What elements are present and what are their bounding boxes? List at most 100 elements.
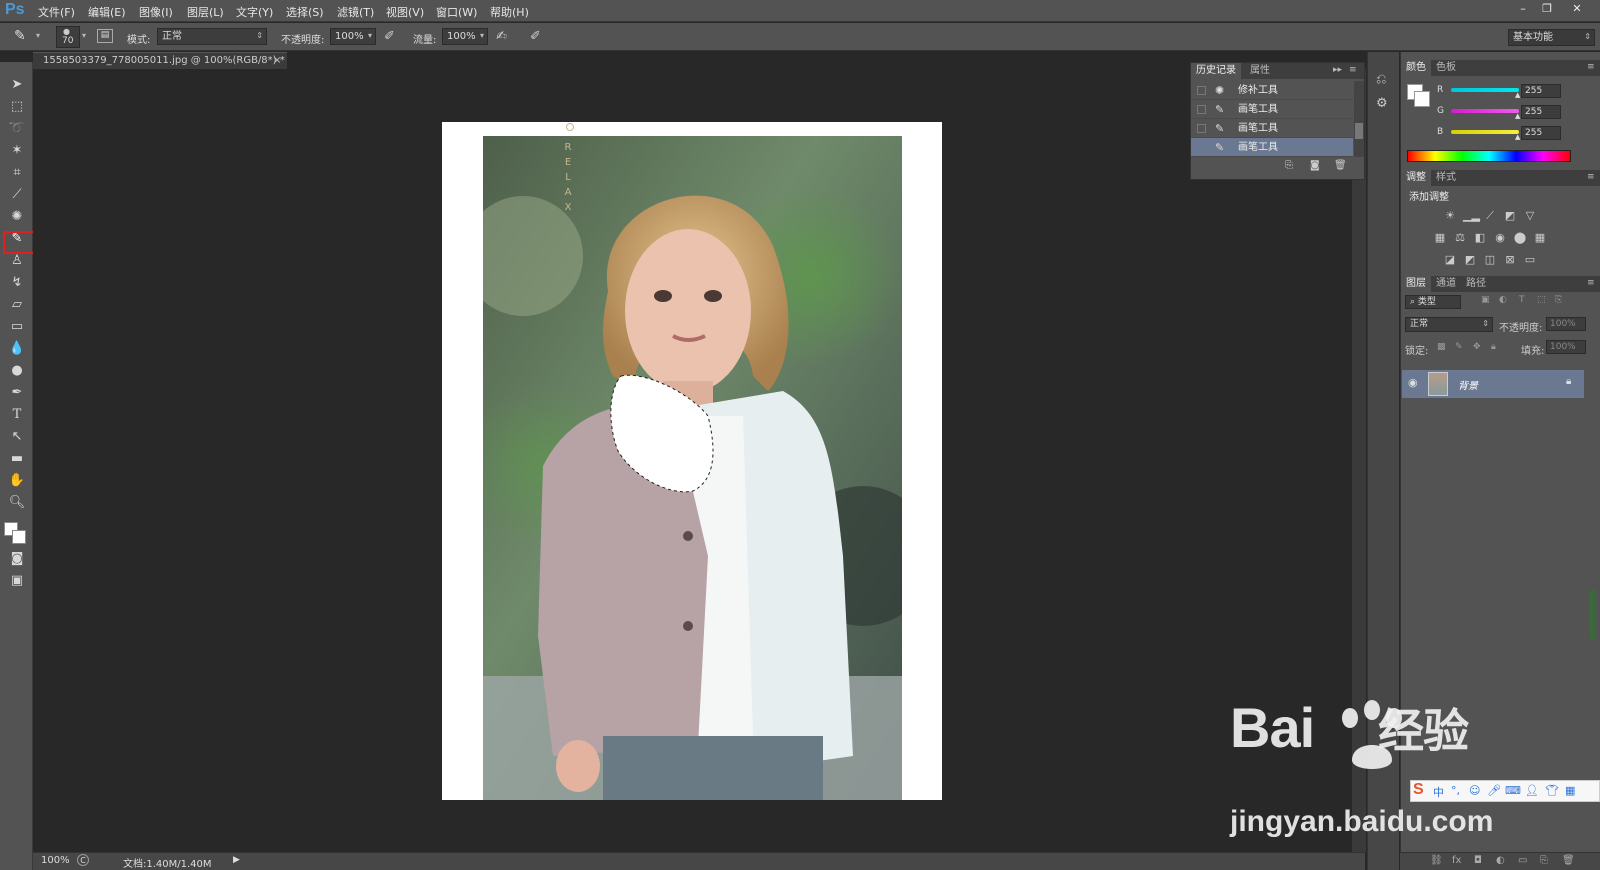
adjustment-filter-icon[interactable]: ◐ [1499, 295, 1507, 305]
fx-icon[interactable]: fx [1452, 855, 1461, 866]
clone-stamp-tool-icon[interactable]: ♙ [7, 252, 27, 270]
invert-icon[interactable]: ◪ [1443, 254, 1457, 266]
exposure-icon[interactable]: ◩ [1503, 210, 1517, 222]
channel-r-value[interactable]: 255 [1521, 84, 1561, 98]
new-layer-icon[interactable]: ⎘ [1540, 855, 1548, 866]
panel-menu-icon[interactable]: ≡ [1587, 278, 1595, 288]
hue-saturation-icon[interactable]: ▦ [1433, 232, 1447, 244]
tab-layers[interactable]: 图层 [1401, 276, 1431, 292]
chevron-down-icon[interactable]: ▾ [36, 31, 40, 40]
brush-tool-preset-icon[interactable]: ✎ [14, 28, 26, 44]
opacity-input[interactable]: 100% ▾ [330, 28, 376, 45]
chevron-down-icon[interactable]: ▾ [82, 31, 86, 40]
zoom-level[interactable]: 100% [41, 855, 70, 866]
selective-color-icon[interactable]: ⊠ [1503, 254, 1517, 266]
lock-transparent-icon[interactable]: ▩ [1437, 342, 1446, 352]
menu-window[interactable]: 窗口(W) [436, 4, 477, 20]
curves-icon[interactable]: ⟋ [1483, 210, 1497, 222]
photo-filter-icon[interactable]: ◉ [1493, 232, 1507, 244]
ime-voice-icon[interactable]: 🎤︎ [1487, 784, 1501, 797]
ime-toolbar[interactable]: S 中 °, ☺ 🎤︎ ⌨ 👤︎ 👕︎ ▦ [1410, 780, 1600, 802]
tab-properties[interactable]: 属性 [1245, 63, 1275, 79]
slider-thumb-icon[interactable]: ▲ [1515, 91, 1520, 99]
channel-mixer-icon[interactable]: ⬤ [1513, 232, 1527, 244]
posterize-icon[interactable]: ◩ [1463, 254, 1477, 266]
document-tab[interactable]: 1558503379_778005011.jpg @ 100%(RGB/8*) … [33, 52, 287, 69]
history-source-checkbox[interactable] [1197, 105, 1206, 114]
black-white-icon[interactable]: ◧ [1473, 232, 1487, 244]
eyedropper-tool-icon[interactable]: ⟋ [7, 186, 27, 204]
channel-r-slider[interactable] [1451, 88, 1519, 92]
slider-thumb-icon[interactable]: ▲ [1515, 112, 1520, 120]
tab-swatches[interactable]: 色板 [1431, 60, 1461, 76]
close-tab-icon[interactable]: × [273, 53, 281, 69]
dodge-tool-icon[interactable]: ● [7, 362, 27, 380]
panel-menu-icon[interactable]: ≡ [1587, 62, 1595, 72]
camera-icon[interactable]: ◙ [1310, 160, 1320, 171]
tab-color[interactable]: 颜色 [1401, 60, 1431, 76]
menu-help[interactable]: 帮助(H) [490, 4, 529, 20]
magic-wand-tool-icon[interactable]: ✶ [7, 142, 27, 160]
rectangle-tool-icon[interactable]: ▬ [7, 450, 27, 468]
channel-g-slider[interactable] [1451, 109, 1519, 113]
color-balance-icon[interactable]: ⚖ [1453, 232, 1467, 244]
menu-layer[interactable]: 图层(L) [187, 4, 224, 20]
layer-name[interactable]: 背景 [1458, 377, 1478, 392]
menu-select[interactable]: 选择(S) [286, 4, 324, 20]
move-tool-icon[interactable]: ➤ [7, 76, 27, 94]
channel-g-value[interactable]: 255 [1521, 105, 1561, 119]
gradient-map-icon[interactable]: ▭ [1523, 254, 1537, 266]
link-layers-icon[interactable]: ⛓ [1430, 855, 1443, 866]
eye-icon[interactable]: ◉ [1408, 376, 1418, 389]
healing-brush-tool-icon[interactable]: ✺ [7, 208, 27, 226]
layer-opacity-value[interactable]: 100% [1546, 317, 1586, 331]
layer-row-background[interactable]: ◉ 背景 🔒︎ [1402, 370, 1584, 398]
color-lookup-icon[interactable]: ▦ [1533, 232, 1547, 244]
layer-filter-select[interactable]: ⌕ 类型 [1405, 295, 1461, 309]
color-spectrum-ramp[interactable] [1407, 150, 1571, 162]
channel-b-value[interactable]: 255 [1521, 126, 1561, 140]
lock-position-icon[interactable]: ✥ [1473, 342, 1481, 352]
ime-keyboard-icon[interactable]: ⌨ [1505, 784, 1521, 797]
tab-adjustments[interactable]: 调整 [1401, 170, 1431, 186]
add-mask-icon[interactable]: ◘ [1474, 855, 1482, 866]
type-filter-icon[interactable]: T [1519, 295, 1525, 305]
shape-filter-icon[interactable]: ⬚ [1537, 295, 1546, 305]
ime-skin-icon[interactable]: 👕︎ [1545, 784, 1559, 797]
tab-styles[interactable]: 样式 [1431, 170, 1461, 186]
menu-view[interactable]: 视图(V) [386, 4, 424, 20]
pixel-filter-icon[interactable]: ▣ [1481, 295, 1490, 305]
flow-input[interactable]: 100% ▾ [442, 28, 488, 45]
ime-emoji-icon[interactable]: ☺ [1469, 784, 1480, 797]
layer-blend-mode-select[interactable]: 正常 ⇕ [1405, 317, 1493, 332]
history-brush-tool-icon[interactable]: ↯ [7, 274, 27, 292]
menu-image[interactable]: 图像(I) [139, 4, 173, 20]
history-item[interactable]: ✺ 修补工具 [1191, 81, 1353, 100]
background-color-swatch[interactable] [12, 530, 26, 544]
ime-user-icon[interactable]: 👤︎ [1525, 784, 1539, 797]
channel-b-slider[interactable] [1451, 130, 1519, 134]
brush-size-picker[interactable]: ● 70 [56, 26, 80, 48]
eraser-tool-icon[interactable]: ▱ [7, 296, 27, 314]
menu-filter[interactable]: 滤镜(T) [337, 4, 374, 20]
background-color-swatch[interactable] [1414, 91, 1430, 107]
tab-channels[interactable]: 通道 [1431, 276, 1461, 292]
status-menu-arrow-icon[interactable]: ▶ [233, 855, 240, 865]
history-scroll-thumb[interactable] [1355, 123, 1363, 139]
levels-icon[interactable]: ▁▂ [1463, 210, 1480, 222]
pressure-opacity-icon[interactable]: ✐ [384, 29, 395, 44]
ime-toolbox-icon[interactable]: ▦ [1565, 784, 1575, 797]
history-source-checkbox[interactable] [1197, 143, 1206, 152]
gradient-tool-icon[interactable]: ▭ [7, 318, 27, 336]
history-source-checkbox[interactable] [1197, 86, 1206, 95]
pressure-size-icon[interactable]: ✐ [530, 29, 541, 44]
close-button[interactable]: ✕ [1567, 2, 1587, 18]
lock-pixels-icon[interactable]: ✎ [1455, 342, 1463, 352]
new-group-icon[interactable]: ▭ [1518, 855, 1527, 866]
minimize-button[interactable]: – [1513, 2, 1533, 18]
marquee-tool-icon[interactable]: ⬚ [7, 98, 27, 116]
panel-menu-icon[interactable]: ≡ [1587, 172, 1595, 182]
history-item[interactable]: ✎ 画笔工具 [1191, 100, 1353, 119]
airbrush-icon[interactable]: ✍ [496, 29, 507, 44]
history-scrollbar[interactable] [1354, 81, 1364, 157]
